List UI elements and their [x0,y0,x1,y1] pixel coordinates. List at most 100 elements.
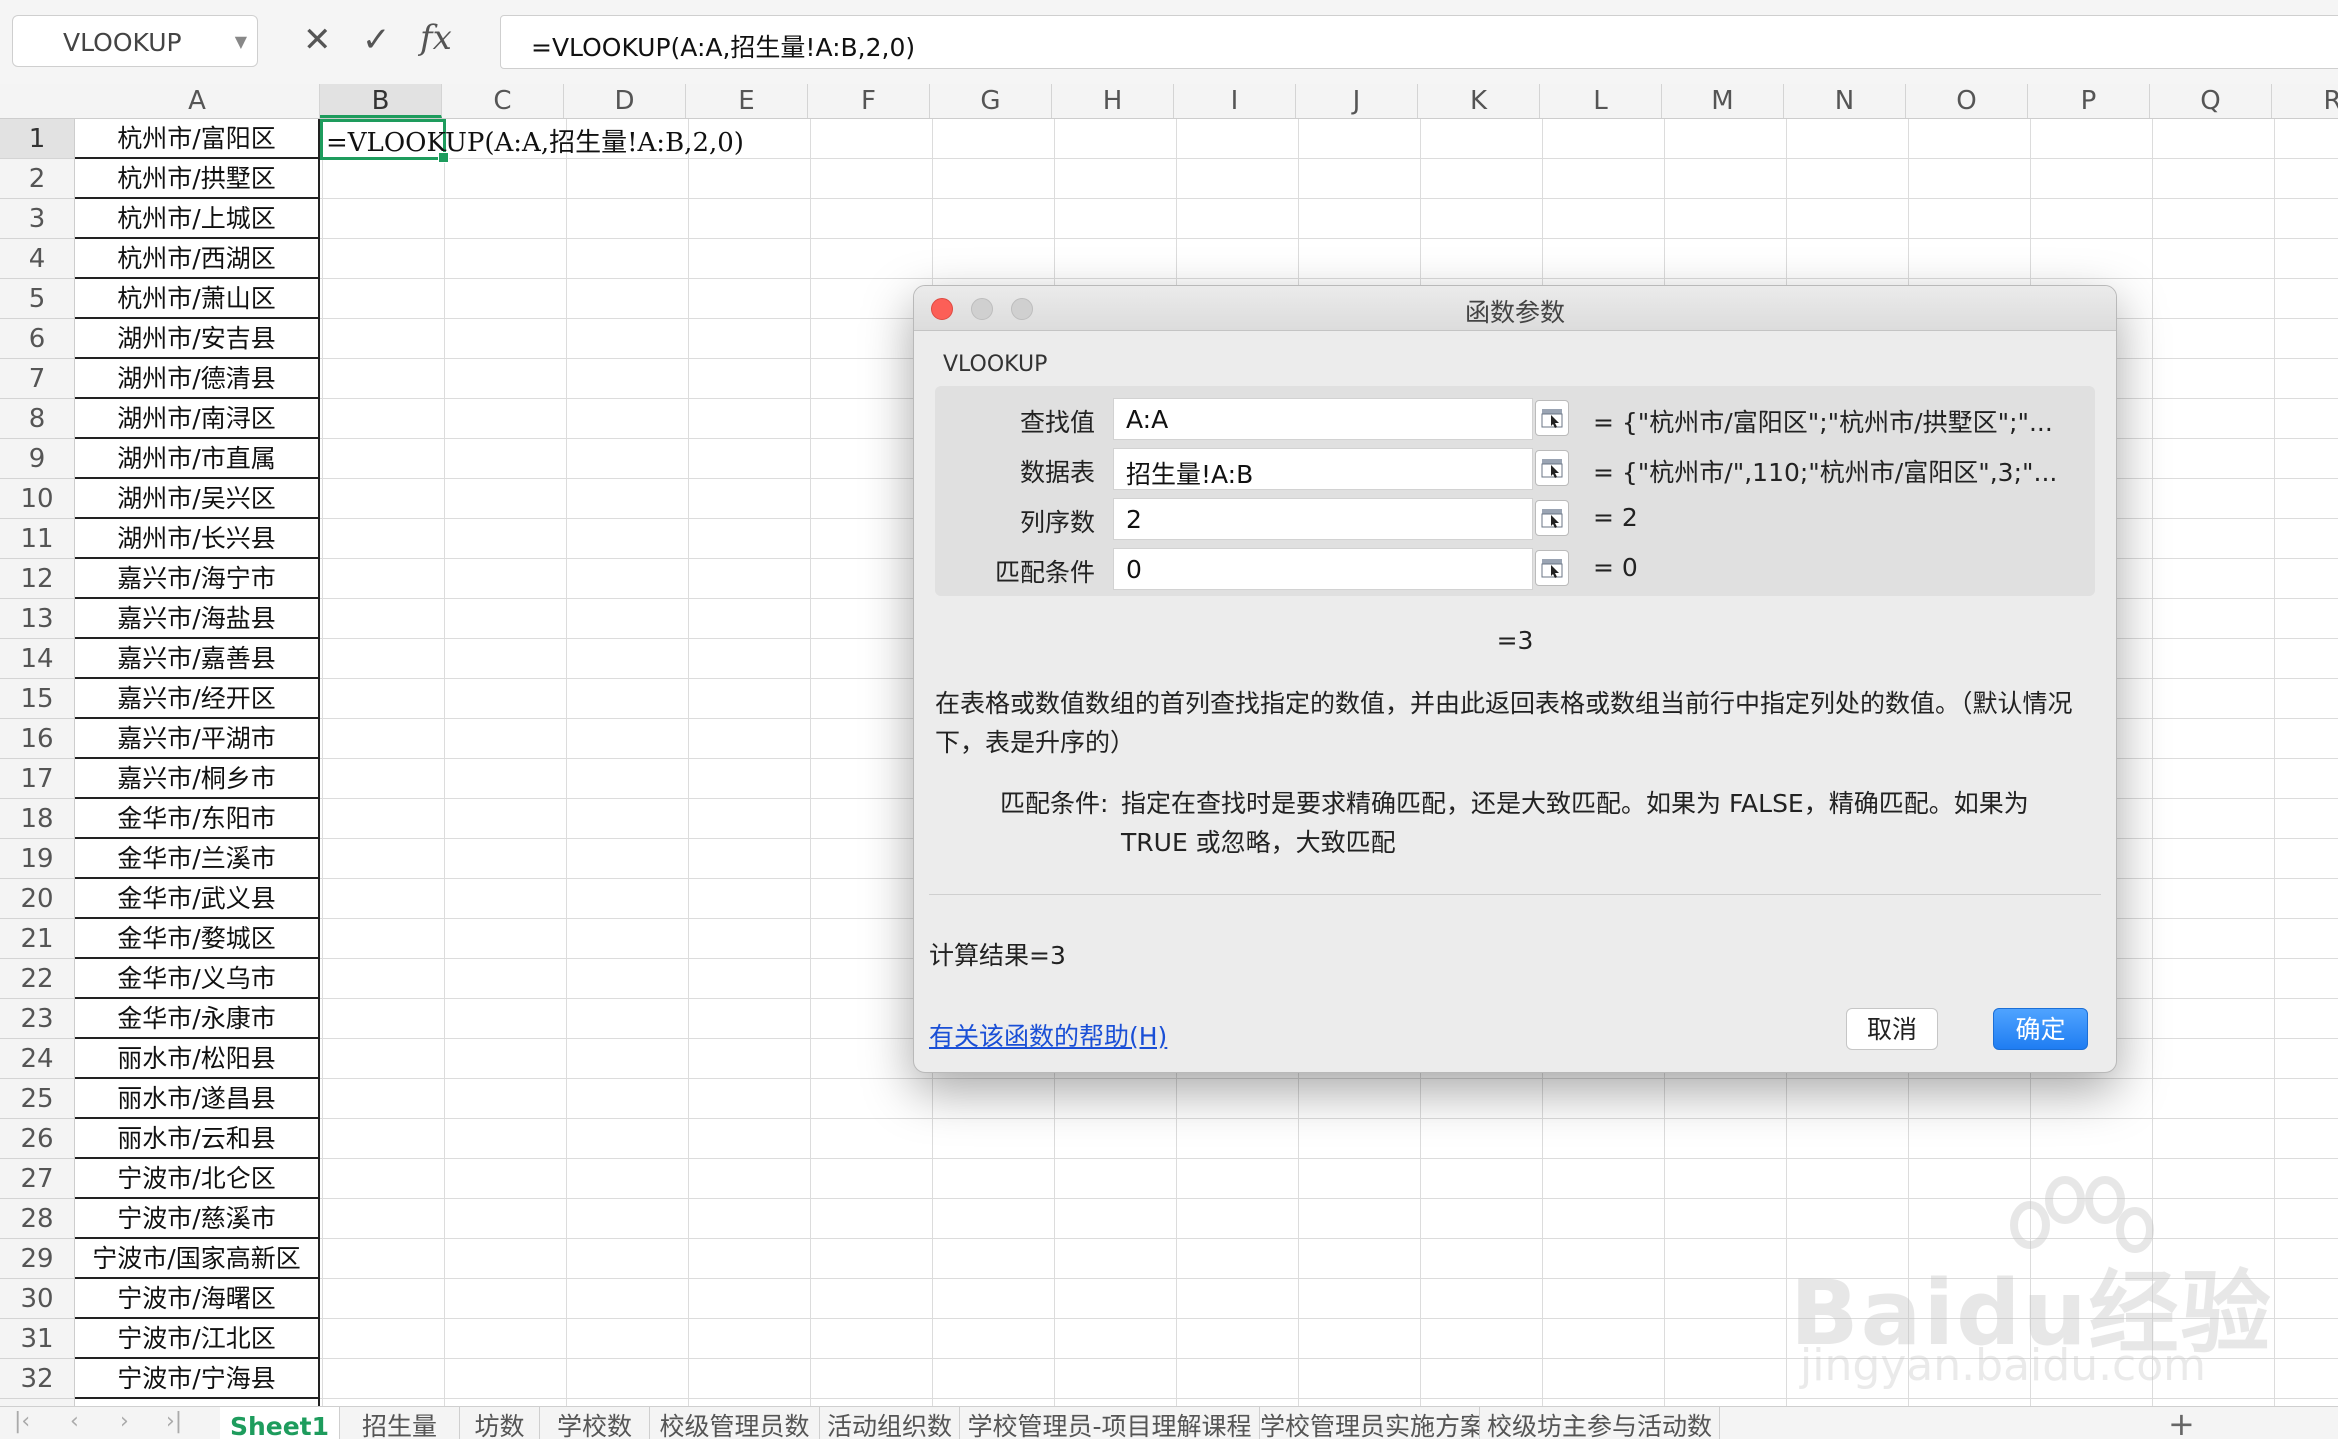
row-header-5[interactable]: 5 [0,279,74,319]
formula-input[interactable]: =VLOOKUP(A:A,招生量!A:B,2,0) [500,15,2338,69]
row-header-14[interactable]: 14 [0,639,74,679]
cell-a24[interactable]: 丽水市/松阳县 [75,1039,318,1079]
row-header-1[interactable]: 1 [0,119,74,159]
row-header-4[interactable]: 4 [0,239,74,279]
row-header-7[interactable]: 7 [0,359,74,399]
row-header-28[interactable]: 28 [0,1199,74,1239]
row-header-20[interactable]: 20 [0,879,74,919]
cell-a30[interactable]: 宁波市/海曙区 [75,1279,318,1319]
row-header-2[interactable]: 2 [0,159,74,199]
sheet-tab[interactable]: 校级坊主参与活动数 [1480,1407,1720,1439]
row-header-26[interactable]: 26 [0,1119,74,1159]
sheet-tab[interactable]: 坊数 [460,1407,540,1439]
last-sheet-icon[interactable]: ›| [166,1409,182,1434]
cell-a10[interactable]: 湖州市/吴兴区 [75,479,318,519]
column-header-l[interactable]: L [1540,84,1662,118]
range-select-icon[interactable] [1535,550,1569,586]
row-header-30[interactable]: 30 [0,1279,74,1319]
sheet-tab[interactable]: 活动组织数 [820,1407,960,1439]
sheet-tab[interactable]: 校级管理员数 [650,1407,820,1439]
row-header-24[interactable]: 24 [0,1039,74,1079]
range-select-icon[interactable] [1535,500,1569,536]
cell-a28[interactable]: 宁波市/慈溪市 [75,1199,318,1239]
first-sheet-icon[interactable]: |‹ [14,1409,30,1434]
row-header-25[interactable]: 25 [0,1079,74,1119]
cell-a14[interactable]: 嘉兴市/嘉善县 [75,639,318,679]
column-header-r[interactable]: R [2272,84,2338,118]
ok-button[interactable]: 确定 [1993,1008,2088,1050]
cell-a1[interactable]: 杭州市/富阳区 [75,119,318,159]
cell-a3[interactable]: 杭州市/上城区 [75,199,318,239]
sheet-tab[interactable]: 招生量 [340,1407,460,1439]
row-header-6[interactable]: 6 [0,319,74,359]
column-header-p[interactable]: P [2028,84,2150,118]
column-header-m[interactable]: M [1662,84,1784,118]
column-header-e[interactable]: E [686,84,808,118]
column-header-n[interactable]: N [1784,84,1906,118]
argument-input[interactable]: 招生量!A:B [1113,448,1533,490]
row-header-19[interactable]: 19 [0,839,74,879]
row-header-16[interactable]: 16 [0,719,74,759]
cancel-button[interactable]: 取消 [1846,1008,1938,1050]
column-header-f[interactable]: F [808,84,930,118]
row-header-23[interactable]: 23 [0,999,74,1039]
column-header-q[interactable]: Q [2150,84,2272,118]
column-header-a[interactable]: A [75,84,320,118]
column-header-k[interactable]: K [1418,84,1540,118]
row-header-18[interactable]: 18 [0,799,74,839]
row-header-9[interactable]: 9 [0,439,74,479]
cell-a20[interactable]: 金华市/武义县 [75,879,318,919]
cell-a19[interactable]: 金华市/兰溪市 [75,839,318,879]
row-header-29[interactable]: 29 [0,1239,74,1279]
row-header-31[interactable]: 31 [0,1319,74,1359]
row-header-27[interactable]: 27 [0,1159,74,1199]
cell-a16[interactable]: 嘉兴市/平湖市 [75,719,318,759]
argument-input[interactable]: A:A [1113,398,1533,440]
cell-a11[interactable]: 湖州市/长兴县 [75,519,318,559]
cell-a25[interactable]: 丽水市/遂昌县 [75,1079,318,1119]
row-header-32[interactable]: 32 [0,1359,74,1399]
column-header-d[interactable]: D [564,84,686,118]
row-header-13[interactable]: 13 [0,599,74,639]
range-select-icon[interactable] [1535,400,1569,436]
row-header-11[interactable]: 11 [0,519,74,559]
argument-input[interactable]: 0 [1113,548,1533,590]
row-header-17[interactable]: 17 [0,759,74,799]
cell-a26[interactable]: 丽水市/云和县 [75,1119,318,1159]
cell-a17[interactable]: 嘉兴市/桐乡市 [75,759,318,799]
column-header-g[interactable]: G [930,84,1052,118]
help-link[interactable]: 有关该函数的帮助(H) [929,1017,1167,1053]
cell-a13[interactable]: 嘉兴市/海盐县 [75,599,318,639]
row-header-10[interactable]: 10 [0,479,74,519]
cell-a18[interactable]: 金华市/东阳市 [75,799,318,839]
cell-a5[interactable]: 杭州市/萧山区 [75,279,318,319]
insert-function-button[interactable]: fx [420,18,452,58]
row-header-12[interactable]: 12 [0,559,74,599]
cell-a15[interactable]: 嘉兴市/经开区 [75,679,318,719]
cell-a31[interactable]: 宁波市/江北区 [75,1319,318,1359]
sheet-tab[interactable]: 学校管理员-项目理解课程 [960,1407,1260,1439]
dialog-titlebar[interactable]: 函数参数 [914,286,2116,331]
range-select-icon[interactable] [1535,450,1569,486]
column-header-o[interactable]: O [1906,84,2028,118]
cell-a2[interactable]: 杭州市/拱墅区 [75,159,318,199]
prev-sheet-icon[interactable]: ‹ [70,1409,79,1434]
name-box[interactable]: VLOOKUP ▼ [12,15,258,67]
cell-a9[interactable]: 湖州市/市直属 [75,439,318,479]
column-header-j[interactable]: J [1296,84,1418,118]
cell-a32[interactable]: 宁波市/宁海县 [75,1359,318,1399]
column-header-b[interactable]: B [320,84,442,118]
sheet-tab[interactable]: 学校管理员实施方案 [1260,1407,1480,1439]
sheet-tab[interactable]: 学校数 [540,1407,650,1439]
column-header-h[interactable]: H [1052,84,1174,118]
cell-a23[interactable]: 金华市/永康市 [75,999,318,1039]
column-header-i[interactable]: I [1174,84,1296,118]
cell-a7[interactable]: 湖州市/德清县 [75,359,318,399]
row-header-15[interactable]: 15 [0,679,74,719]
cell-a4[interactable]: 杭州市/西湖区 [75,239,318,279]
row-header-8[interactable]: 8 [0,399,74,439]
cell-a6[interactable]: 湖州市/安吉县 [75,319,318,359]
cell-a12[interactable]: 嘉兴市/海宁市 [75,559,318,599]
close-icon[interactable]: ✕ [303,20,332,60]
chevron-down-icon[interactable]: ▼ [235,32,247,51]
